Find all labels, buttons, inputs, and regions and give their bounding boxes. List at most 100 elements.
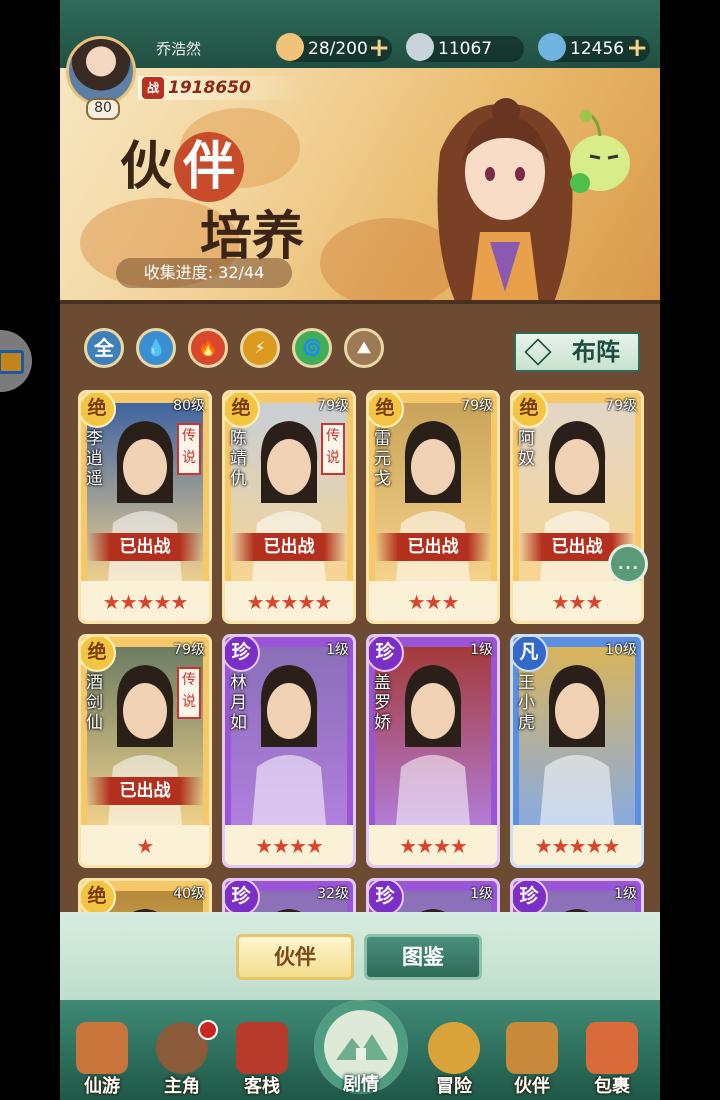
nav-label: 客栈 [244,1076,280,1097]
thunder-icon: ⚡ [254,338,266,357]
partner-name: 阿奴 [518,429,535,469]
stamina-value: 28/200 [308,39,368,59]
partner-card[interactable]: 绝 79级 酒剑仙 传说 已出战 ★ [78,634,212,868]
jade-counter[interactable]: 12456 + [538,33,650,62]
partner-cards-icon [506,1022,558,1074]
star-rating: ★★★★★ [246,590,333,614]
nav-adventure[interactable]: 冒险 [418,1022,490,1098]
partner-tab-area: 伙伴 图鉴 [60,912,660,1012]
rarity-badge: 绝 [81,637,116,672]
partner-level: 1级 [470,886,493,902]
fire-icon: 🔥 [198,338,218,357]
partner-level: 79级 [461,398,493,414]
jade-value: 12456 [570,39,625,59]
partner-name: 盖罗娇 [374,673,391,733]
rarity-badge: 珍 [369,637,404,672]
earth-icon: ⛰ [357,338,371,357]
formation-button[interactable]: 布阵 [514,332,640,372]
nav-label: 仙游 [84,1076,120,1097]
partner-level: 32级 [317,886,349,902]
nav-label: 冒险 [436,1076,472,1097]
star-rating: ★★★ [407,590,460,614]
partner-name: 陈靖仇 [230,429,247,489]
rarity-badge: 绝 [369,393,404,428]
silver-counter[interactable]: 11067 [406,33,524,62]
partner-level: 1级 [614,886,637,902]
partner-name: 酒剑仙 [86,673,103,733]
rarity-badge: 珍 [225,637,260,672]
partner-card[interactable]: 珍 1级林月如 ★★★★ [222,634,356,868]
legend-tag: 传说 [177,423,201,475]
combat-power-value: 1918650 [168,78,251,98]
partner-level: 1级 [326,642,349,658]
inn-icon [236,1022,288,1074]
silver-value: 11067 [438,39,493,59]
nav-label: 伙伴 [514,1076,550,1097]
nav-inn[interactable]: 客栈 [226,1022,298,1098]
deployed-banner: 已出战 [231,533,347,561]
rarity-badge: 珍 [225,881,260,916]
player-level-badge: 80 [86,98,120,120]
star-rating: ★★★★ [399,834,468,858]
bag-icon [586,1022,638,1074]
bun-icon [276,33,304,61]
combat-power-tag: 战 [142,77,164,99]
star-rating: ★★★★ [255,834,324,858]
chat-bubble-icon[interactable]: … [608,544,648,584]
filter-wind-button[interactable]: 🌀 [292,328,332,368]
tab-partners[interactable]: 伙伴 [236,934,354,980]
filter-earth-button[interactable]: ⛰ [344,328,384,368]
partner-level: 79级 [317,398,349,414]
partner-card[interactable]: 绝 79级 陈靖仇 传说 已出战 ★★★★★ [222,390,356,624]
gourd-icon [428,1022,480,1074]
partner-name: 林月如 [230,673,247,733]
add-stamina-icon[interactable]: + [368,35,390,61]
floating-shortcut-button[interactable] [0,330,32,392]
filter-all-button[interactable]: 全 [84,328,124,368]
partner-card[interactable]: 凡 10级王小虎 ★★★★★ [510,634,644,868]
stamina-counter[interactable]: 28/200 + [276,33,392,62]
tab-collection[interactable]: 图鉴 [364,934,482,980]
nav-partners[interactable]: 伙伴 [496,1022,568,1098]
deployed-banner: 已出战 [375,533,491,561]
star-rating: ★★★★★ [102,590,189,614]
add-jade-icon[interactable]: + [626,35,648,61]
star-rating: ★ [136,834,155,858]
partner-card[interactable]: 绝 79级 阿奴 已出战 ★★★ [510,390,644,624]
banner-title-line1: 伙伴 [120,124,245,202]
partner-level: 79级 [173,642,205,658]
star-rating: ★★★ [551,590,604,614]
water-icon: 💧 [146,338,166,357]
nav-inventory[interactable]: 包裹 [576,1022,648,1098]
partner-name: 王小虎 [518,673,535,733]
collection-progress: 收集进度: 32/44 [116,258,292,288]
rarity-badge: 珍 [513,881,548,916]
partner-level: 40级 [173,886,205,902]
scroll-icon [76,1022,128,1074]
star-rating: ★★★★★ [534,834,621,858]
filter-fire-button[interactable]: 🔥 [188,328,228,368]
combat-power: 战 1918650 [138,76,302,100]
rarity-badge: 凡 [513,637,548,672]
formation-cube-icon [524,338,552,366]
nav-label: 包裹 [594,1076,630,1097]
nav-xianyou[interactable]: 仙游 [66,1022,138,1098]
nav-protagonist[interactable]: 主角 [146,1020,218,1098]
partner-level: 1级 [470,642,493,658]
legend-tag: 传说 [321,423,345,475]
filter-thunder-button[interactable]: ⚡ [240,328,280,368]
partner-name: 李逍遥 [86,429,103,489]
notification-dot [198,1020,218,1040]
rarity-badge: 绝 [81,393,116,428]
partner-level: 80级 [173,398,205,414]
game-screen: 乔浩然 28/200 + 11067 12456 + 伙伴 培养 收集进度: 3… [60,0,660,1100]
partner-card[interactable]: 珍 1级盖罗娇 ★★★★ [366,634,500,868]
partner-level: 10级 [605,642,637,658]
nav-story-label: 剧情 [343,1074,379,1095]
jade-icon [538,33,566,61]
filter-water-button[interactable]: 💧 [136,328,176,368]
partner-card[interactable]: 绝 80级 李逍遥 传说 已出战 ★★★★★ [78,390,212,624]
player-avatar[interactable] [66,36,136,106]
partner-card[interactable]: 绝 79级 雷元戈 已出战 ★★★ [366,390,500,624]
partner-level: 79级 [605,398,637,414]
